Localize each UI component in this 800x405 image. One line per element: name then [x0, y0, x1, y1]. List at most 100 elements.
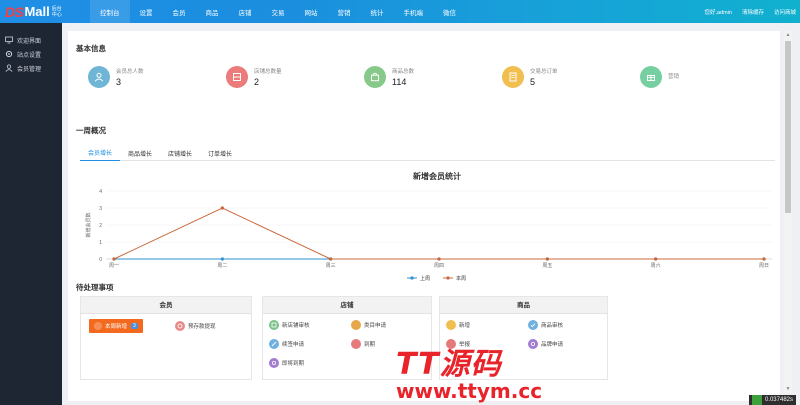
task-goods-new[interactable]: 新增 — [446, 320, 470, 330]
stats-row: 会员总人数 3 店铺总数量 2 商品总数 114 交易总订单 5 营销 — [80, 59, 770, 95]
visit-mall-link[interactable]: 访问商城 — [774, 8, 796, 16]
logo-brand: DS — [5, 3, 24, 20]
task-expired[interactable]: 到期 — [351, 339, 375, 349]
scroll-down-arrow-icon[interactable]: ▼ — [784, 385, 792, 393]
wallet-icon — [175, 321, 185, 331]
pending-title: 待处理事项 — [76, 283, 114, 292]
user-greeting[interactable]: 您好,admin — [704, 8, 732, 16]
new-members-button[interactable]: 本周新增 3 — [89, 319, 143, 333]
card-title: 商品 — [440, 297, 607, 314]
task-label: 预存款提现 — [188, 324, 216, 330]
nav-console[interactable]: 控制台 — [90, 0, 130, 23]
main-nav: 控制台 设置 会员 商品 店铺 交易 网站 营销 统计 手机端 微信 — [90, 0, 466, 23]
sidebar: 欢迎界面 站点设置 会员管理 — [0, 23, 62, 405]
task-expiring-soon[interactable]: 即将到期 — [269, 358, 304, 368]
tab-member-growth[interactable]: 会员增长 — [80, 145, 121, 161]
chart-x-tick-label: 周四 — [434, 263, 444, 269]
chart-legend-label: 上周 — [420, 275, 430, 282]
chart-y-tick-label: 3 — [99, 206, 102, 212]
task-label: 新店铺审核 — [282, 323, 310, 329]
task-goods-report[interactable]: 举报 — [446, 339, 470, 349]
tag-icon — [528, 339, 538, 349]
logo[interactable]: DS Mall 后台中心 — [0, 0, 90, 23]
chart-x-tick-label: 周日 — [759, 263, 769, 269]
task-goods-review[interactable]: 商品审核 — [528, 320, 563, 330]
user-icon — [5, 64, 13, 72]
stat-goods[interactable]: 商品总数 114 — [356, 59, 494, 95]
task-withdrawal[interactable]: 预存款提现 — [175, 321, 216, 331]
dashboard-content: 基本信息 会员总人数 3 店铺总数量 2 商品总数 114 交易总订单 5 营销… — [68, 31, 782, 403]
pending-card-members: 会员 本周新增 3 预存款提现 — [80, 296, 252, 380]
chart-legend-marker — [446, 276, 450, 280]
nav-members[interactable]: 会员 — [163, 0, 196, 23]
scroll-thumb[interactable] — [785, 41, 791, 213]
vertical-scrollbar[interactable]: ▲ ▼ — [784, 31, 792, 393]
chart-x-tick-label: 周二 — [217, 263, 227, 269]
nav-marketing[interactable]: 营销 — [328, 0, 361, 23]
user-icon — [94, 322, 102, 330]
task-new-store-review[interactable]: 新店铺审核 — [269, 320, 310, 330]
clear-cache-link[interactable]: 清除缓存 — [742, 8, 764, 16]
stat-marketing[interactable]: 营销 — [632, 59, 770, 95]
stat-label: 会员总人数 — [116, 69, 144, 75]
scroll-up-arrow-icon[interactable]: ▲ — [784, 31, 792, 39]
card-title: 店铺 — [263, 297, 431, 314]
monitor-icon — [5, 36, 13, 44]
chart-data-point — [220, 206, 224, 210]
chart-legend-marker — [410, 276, 414, 280]
nav-website[interactable]: 网站 — [295, 0, 328, 23]
nav-trade[interactable]: 交易 — [262, 0, 295, 23]
nav-settings[interactable]: 设置 — [130, 0, 163, 23]
member-growth-chart: 新增会员统计 新增会员数 0 1 2 3 4 周一 周二 周三 周四 周五 周六 周日 上周 本周 — [82, 165, 782, 287]
nav-statistics[interactable]: 统计 — [361, 0, 394, 23]
plus-icon — [446, 320, 456, 330]
chart-y-tick-label: 0 — [99, 257, 102, 263]
chart-data-point — [654, 257, 658, 261]
list-icon — [351, 320, 361, 330]
tab-store-growth[interactable]: 店铺增长 — [160, 145, 200, 161]
task-label: 本周新增 — [105, 324, 128, 330]
chart-x-tick-label: 周六 — [651, 262, 661, 269]
chart-y-axis-label: 新增会员数 — [85, 212, 92, 237]
stat-value: 3 — [116, 77, 122, 87]
main-area: 基本信息 会员总人数 3 店铺总数量 2 商品总数 114 交易总订单 5 营销… — [62, 23, 800, 405]
gear-icon — [5, 50, 13, 58]
sidebar-item-welcome[interactable]: 欢迎界面 — [0, 33, 62, 47]
task-brand-apply[interactable]: 品牌申请 — [528, 339, 563, 349]
store-icon — [226, 66, 248, 88]
stat-members[interactable]: 会员总人数 3 — [80, 59, 218, 95]
basic-info-title: 基本信息 — [76, 44, 106, 53]
chart-x-tick-label: 周五 — [542, 263, 552, 269]
flag-icon — [446, 339, 456, 349]
tab-goods-growth[interactable]: 商品增长 — [120, 145, 160, 161]
chart-x-tick-label: 周三 — [326, 263, 336, 269]
order-icon — [502, 66, 524, 88]
stat-label: 店铺总数量 — [254, 69, 282, 75]
bag-icon — [364, 66, 386, 88]
debug-timer-badge[interactable]: 0.037482s — [748, 395, 796, 405]
task-new-this-week[interactable]: 本周新增 3 — [89, 319, 143, 333]
task-category-apply[interactable]: 类目申请 — [351, 320, 386, 330]
chart-svg: 新增会员统计新增会员数 0 1 2 3 4 周一 周二 周三 周四 周五 周六 周日上周 本周 — [85, 171, 772, 282]
nav-mobile[interactable]: 手机端 — [394, 0, 434, 23]
chart-data-point — [545, 257, 549, 261]
nav-wechat[interactable]: 微信 — [433, 0, 466, 23]
sidebar-item-member-management[interactable]: 会员管理 — [0, 61, 62, 75]
tab-order-growth[interactable]: 订单增长 — [200, 145, 240, 161]
chart-data-point — [329, 257, 333, 261]
check-icon — [528, 320, 538, 330]
chart-data-point — [112, 257, 116, 261]
pending-card-goods: 商品 新增 商品审核 举报 品牌申请 — [439, 296, 608, 380]
stat-label: 商品总数 — [392, 69, 415, 75]
nav-goods[interactable]: 商品 — [196, 0, 229, 23]
stat-stores[interactable]: 店铺总数量 2 — [218, 59, 356, 95]
weekly-tabs: 会员增长 商品增长 店铺增长 订单增长 — [80, 145, 775, 161]
task-label: 类目申请 — [364, 323, 387, 329]
sidebar-item-site-settings[interactable]: 站点设置 — [0, 47, 62, 61]
stat-value: 114 — [392, 77, 407, 87]
logo-subtitle: 后台中心 — [51, 5, 62, 18]
task-renewal-apply[interactable]: 续签申请 — [269, 339, 304, 349]
nav-stores[interactable]: 店铺 — [229, 0, 262, 23]
chart-data-point — [437, 257, 441, 261]
stat-orders[interactable]: 交易总订单 5 — [494, 59, 632, 95]
